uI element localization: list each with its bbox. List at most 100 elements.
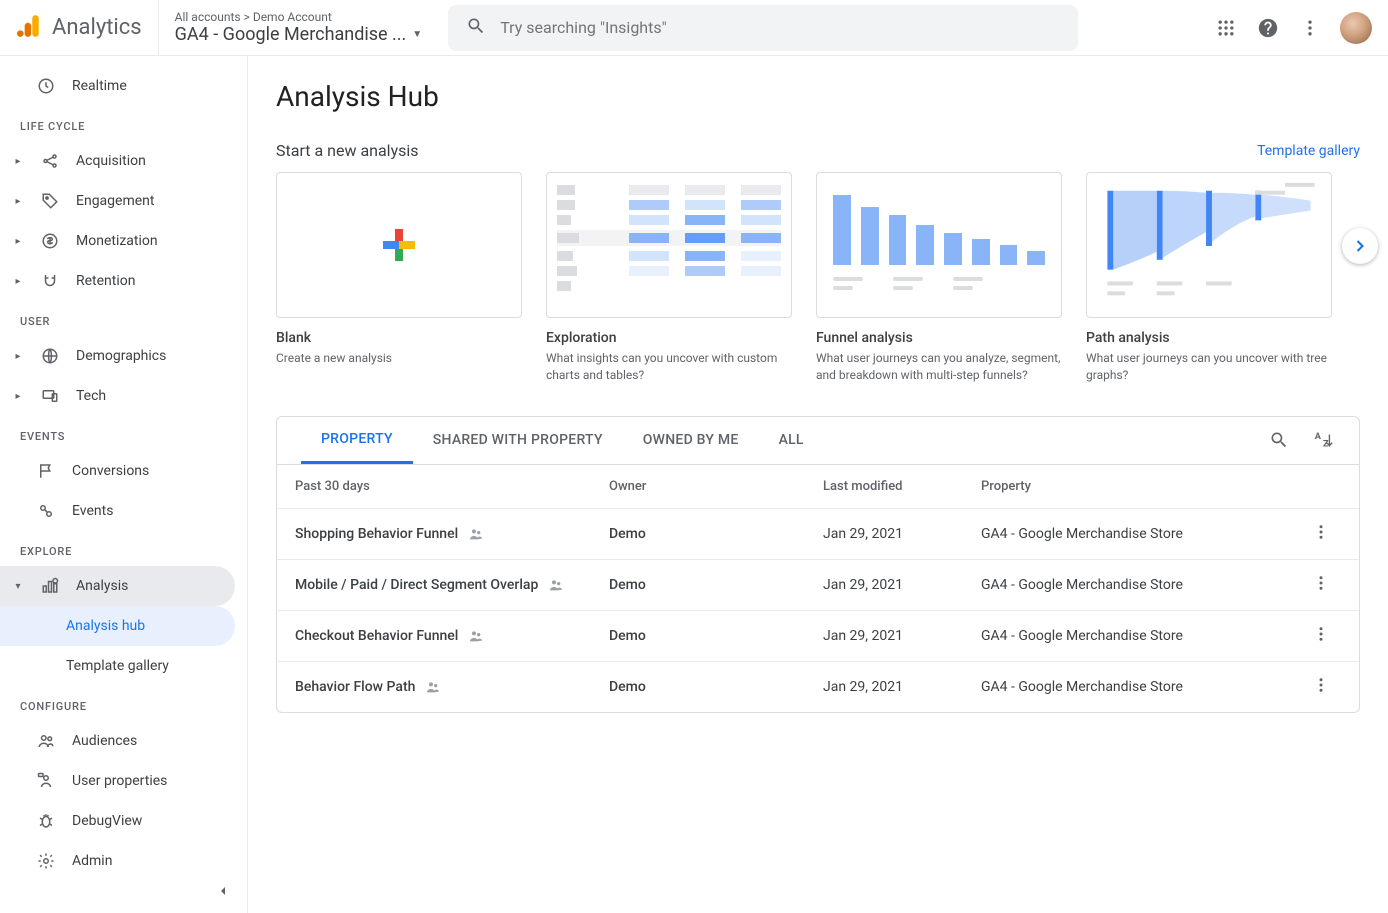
analysis-modified: Jan 29, 2021 [823,526,981,542]
analysis-property: GA4 - Google Merchandise Store [981,679,1301,695]
row-more-icon[interactable] [1301,574,1341,596]
row-more-icon[interactable] [1301,676,1341,698]
expand-icon: ▾ [12,581,24,592]
sidebar-item-analysis[interactable]: ▾ Analysis [0,566,235,606]
breadcrumb: All accounts > Demo Account [175,10,423,24]
search-box[interactable] [448,5,1078,51]
sidebar-item-events[interactable]: Events [0,491,247,531]
sidebar-item-realtime[interactable]: Realtime [0,66,247,106]
sidebar-item-label: Monetization [76,233,158,249]
sidebar-item-demographics[interactable]: ▸ Demographics [0,336,247,376]
app-header: Analytics All accounts > Demo Account GA… [0,0,1388,56]
template-title: Path analysis [1086,330,1332,346]
sidebar-item-label: Template gallery [66,658,169,674]
shared-icon [468,628,484,644]
sidebar-item-label: Audiences [72,733,137,749]
template-desc: What insights can you uncover with custo… [546,350,792,384]
devices-icon [40,386,60,406]
sidebar-item-admin[interactable]: Admin [0,841,247,881]
tab-property[interactable]: PROPERTY [301,416,413,464]
search-input[interactable] [500,18,1060,37]
shared-icon [548,577,564,593]
template-title: Blank [276,330,522,346]
sidebar-item-audiences[interactable]: Audiences [0,721,247,761]
sidebar-item-engagement[interactable]: ▸ Engagement [0,181,247,221]
flag-icon [36,461,56,481]
analysis-icon [40,576,60,596]
template-desc: What user journeys can you uncover with … [1086,350,1332,384]
dollar-icon [40,231,60,251]
template-path[interactable]: Path analysis What user journeys can you… [1086,172,1332,384]
gear-icon [36,851,56,871]
table-row[interactable]: Shopping Behavior Funnel DemoJan 29, 2021… [277,508,1359,559]
sidebar-item-label: Analysis hub [66,618,145,634]
template-funnel[interactable]: Funnel analysis What user journeys can y… [816,172,1062,384]
analysis-owner: Demo [609,628,823,644]
start-new-label: Start a new analysis [276,141,419,160]
sidebar-item-analysis-hub[interactable]: Analysis hub [0,606,235,646]
search-icon [466,16,486,40]
sidebar-item-label: Conversions [72,463,149,479]
template-exploration[interactable]: Exploration What insights can you uncove… [546,172,792,384]
svg-text:A: A [1315,432,1322,442]
template-desc: Create a new analysis [276,350,522,367]
account-selector[interactable]: All accounts > Demo Account GA4 - Google… [159,6,439,49]
sidebar-item-debugview[interactable]: DebugView [0,801,247,841]
help-icon[interactable] [1256,16,1280,40]
sidebar-item-tech[interactable]: ▸ Tech [0,376,247,416]
dropdown-icon: ▼ [412,29,422,40]
apps-icon[interactable] [1214,16,1238,40]
tab-owned[interactable]: OWNED BY ME [623,416,759,464]
sidebar-item-label: Tech [76,388,106,404]
expand-icon: ▸ [12,276,24,287]
sidebar-item-label: Admin [72,853,112,869]
scroll-right-button[interactable] [1342,228,1378,264]
template-thumb [1086,172,1332,318]
sidebar-item-acquisition[interactable]: ▸ Acquisition [0,141,247,181]
collapse-sidebar-icon[interactable] [215,883,231,903]
row-more-icon[interactable] [1301,625,1341,647]
row-more-icon[interactable] [1301,523,1341,545]
analysis-owner: Demo [609,526,823,542]
sort-az-icon[interactable]: AZ [1311,428,1335,452]
table-row[interactable]: Mobile / Paid / Direct Segment OverlapDe… [277,559,1359,610]
user-avatar[interactable] [1340,12,1372,44]
col-header-property: Property [981,479,1301,494]
template-blank[interactable]: Blank Create a new analysis [276,172,522,384]
template-thumb [816,172,1062,318]
sidebar-item-monetization[interactable]: ▸ Monetization [0,221,247,261]
section-user: USER [0,301,247,336]
analysis-modified: Jan 29, 2021 [823,628,981,644]
expand-icon: ▸ [12,196,24,207]
table-row[interactable]: Checkout Behavior Funnel DemoJan 29, 2021… [277,610,1359,661]
tab-shared[interactable]: SHARED WITH PROPERTY [413,416,623,464]
app-logo[interactable]: Analytics [16,0,159,56]
col-header-name: Past 30 days [295,479,609,494]
sidebar-item-user-properties[interactable]: User properties [0,761,247,801]
analysis-property: GA4 - Google Merchandise Store [981,577,1301,593]
section-configure: CONFIGURE [0,686,247,721]
expand-icon: ▸ [12,351,24,362]
sidebar-item-conversions[interactable]: Conversions [0,451,247,491]
more-vert-icon[interactable] [1298,16,1322,40]
analysis-owner: Demo [609,679,823,695]
sidebar-item-template-gallery[interactable]: Template gallery [0,646,247,686]
bug-icon [36,811,56,831]
expand-icon: ▸ [12,391,24,402]
sidebar-item-label: Realtime [72,78,127,94]
sidebar-item-label: Analysis [76,578,128,594]
template-desc: What user journeys can you analyze, segm… [816,350,1062,384]
sidebar-item-retention[interactable]: ▸ Retention [0,261,247,301]
table-search-icon[interactable] [1267,428,1291,452]
app-name: Analytics [52,15,142,40]
share-icon [40,151,60,171]
template-thumb [546,172,792,318]
sidebar-item-label: Demographics [76,348,166,364]
analysis-name: Mobile / Paid / Direct Segment Overlap [295,577,538,593]
page-title: Analysis Hub [276,80,1360,113]
analysis-name: Shopping Behavior Funnel [295,526,458,542]
tab-all[interactable]: ALL [759,416,824,464]
table-row[interactable]: Behavior Flow PathDemoJan 29, 2021GA4 - … [277,661,1359,712]
template-gallery-link[interactable]: Template gallery [1257,143,1360,159]
analysis-name: Checkout Behavior Funnel [295,628,458,644]
